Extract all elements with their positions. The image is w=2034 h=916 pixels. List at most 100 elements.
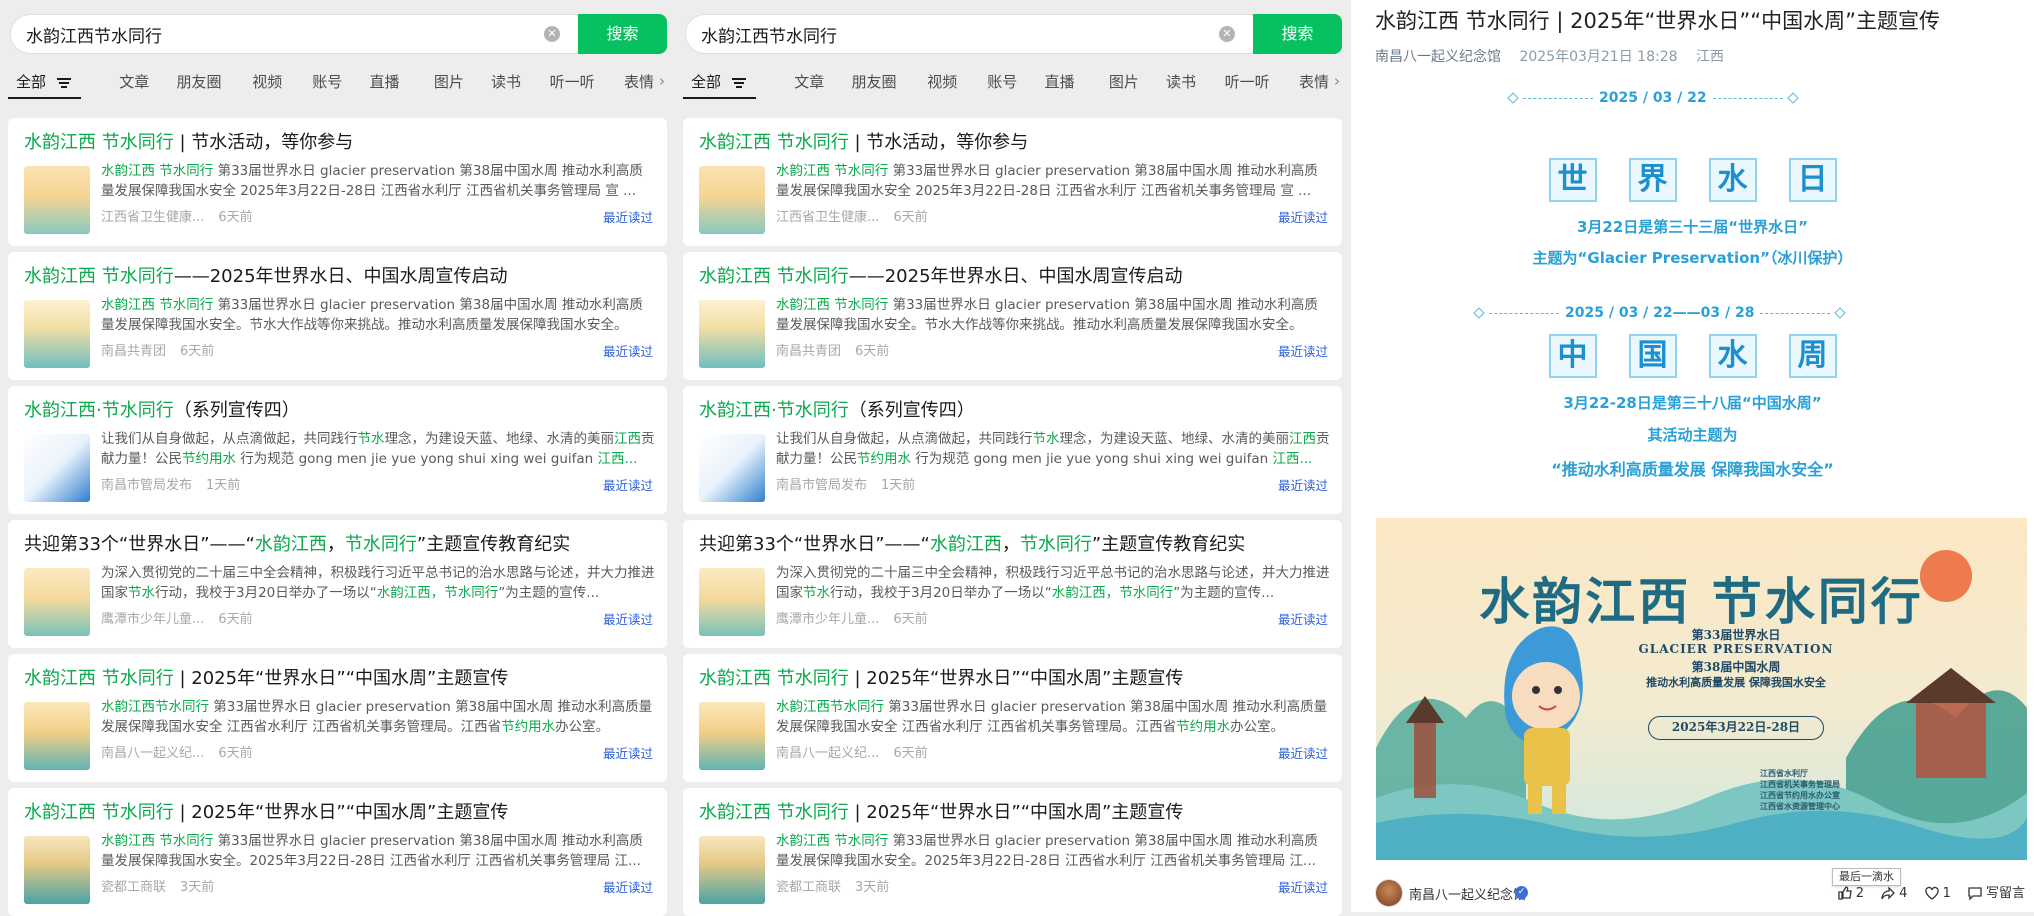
banner-char: 国: [1628, 334, 1677, 378]
result-card[interactable]: 水韵江西·节水同行（系列宣传四） 让我们从自身做起，从点滴做起，共同践行节水理念，…: [683, 386, 1342, 514]
banner-char: 日: [1788, 158, 1837, 202]
result-snippet: 水韵江西 节水同行 第33届世界水日 glacier preservation …: [776, 295, 1331, 335]
result-card[interactable]: 水韵江西 节水同行 | 节水活动，等你参与 水韵江西 节水同行 第33届世界水日 …: [8, 118, 667, 246]
snippet-segment: ”为主题的宣传...: [498, 585, 600, 601]
like-button[interactable]: 2: [1837, 885, 1864, 901]
result-title[interactable]: 水韵江西·节水同行（系列宣传四）: [24, 398, 656, 424]
result-title[interactable]: 水韵江西 节水同行 | 2025年“世界水日”“中国水周”主题宣传: [24, 800, 656, 826]
filter-icon[interactable]: [732, 78, 746, 88]
snippet-segment: 行为规范 gong men jie yue yong shui xing wei…: [236, 451, 598, 467]
recently-read-label: 最近读过: [1277, 344, 1328, 359]
result-source[interactable]: 鹰潭市少年儿童...: [776, 612, 879, 627]
heart-button[interactable]: 1: [1924, 885, 1951, 901]
title-segment: 水韵江西 节水同行: [24, 668, 174, 689]
result-source[interactable]: 南昌市管局发布: [101, 478, 192, 493]
result-source[interactable]: 南昌共青团: [776, 344, 841, 359]
result-title[interactable]: 共迎第33个“世界水日”——“水韵江西，节水同行”主题宣传教育纪实: [699, 532, 1331, 558]
chevron-right-icon[interactable]: ›: [1334, 72, 1340, 90]
result-source[interactable]: 南昌共青团: [101, 344, 166, 359]
result-title[interactable]: 水韵江西 节水同行——2025年世界水日、中国水周宣传启动: [24, 264, 656, 290]
result-source[interactable]: 瓷都工商联: [101, 880, 166, 895]
result-thumbnail: [24, 702, 90, 770]
chevron-right-icon[interactable]: ›: [659, 72, 665, 90]
banner-line-2: 主题为“Glacier Preservation”（冰川保护）: [1532, 249, 1853, 267]
result-title[interactable]: 水韵江西 节水同行 | 2025年“世界水日”“中国水周”主题宣传: [24, 666, 656, 692]
tab-all[interactable]: 全部: [691, 72, 721, 92]
result-card[interactable]: 水韵江西 节水同行 | 2025年“世界水日”“中国水周”主题宣传 水韵江西 节水…: [8, 788, 667, 916]
result-time: 1天前: [206, 478, 241, 493]
snippet-segment: 办公室。: [555, 719, 610, 735]
result-snippet: 水韵江西 节水同行 第33届世界水日 glacier preservation …: [101, 295, 656, 335]
comment-button[interactable]: 写留言: [1967, 882, 2025, 901]
result-title[interactable]: 水韵江西 节水同行 | 2025年“世界水日”“中国水周”主题宣传: [699, 800, 1331, 826]
title-segment: ——2025年世界水日、中国水周宣传启动: [173, 266, 508, 287]
comment-icon: [1968, 887, 1982, 901]
title-segment: ，: [1001, 534, 1020, 555]
tab-item[interactable]: 文章: [119, 72, 149, 92]
result-source[interactable]: 南昌市管局发布: [776, 478, 867, 493]
result-card[interactable]: 共迎第33个“世界水日”——“水韵江西，节水同行”主题宣传教育纪实 为深入贯彻党的…: [683, 520, 1342, 648]
result-title[interactable]: 共迎第33个“世界水日”——“水韵江西，节水同行”主题宣传教育纪实: [24, 532, 656, 558]
result-title[interactable]: 水韵江西·节水同行（系列宣传四）: [699, 398, 1331, 424]
tab-item[interactable]: 直播: [1045, 72, 1075, 92]
tab-item[interactable]: 账号: [987, 72, 1017, 92]
snippet-segment: 节水: [803, 585, 830, 601]
result-card[interactable]: 水韵江西 节水同行——2025年世界水日、中国水周宣传启动水韵江西 节水同行 第…: [683, 252, 1342, 380]
result-title[interactable]: 水韵江西 节水同行 | 2025年“世界水日”“中国水周”主题宣传: [699, 666, 1331, 692]
result-title[interactable]: 水韵江西 节水同行 | 节水活动，等你参与: [699, 130, 1331, 156]
result-title[interactable]: 水韵江西 节水同行 | 节水活动，等你参与: [24, 130, 656, 156]
snippet-segment: 水韵江西 节水同行: [101, 163, 214, 179]
tab-item[interactable]: 账号: [312, 72, 342, 92]
tab-item[interactable]: 读书: [491, 72, 521, 92]
tab-item[interactable]: 视频: [927, 72, 957, 92]
tab-item[interactable]: 文章: [794, 72, 824, 92]
search-clear-icon[interactable]: ✕: [544, 26, 560, 42]
result-card[interactable]: 水韵江西 节水同行 | 2025年“世界水日”“中国水周”主题宣传水韵江西节水同…: [683, 654, 1342, 782]
tab-item[interactable]: 直播: [370, 72, 400, 92]
result-time: 6天前: [893, 612, 928, 627]
banner-line-5: “推动水利高质量发展 保障我国水安全”: [1551, 460, 1834, 479]
author-avatar[interactable]: [1375, 879, 1403, 907]
tab-item[interactable]: 听一听: [1225, 72, 1270, 92]
result-card[interactable]: 水韵江西·节水同行（系列宣传四） 让我们从自身做起，从点滴做起，共同践行节水理念，…: [8, 386, 667, 514]
tab-item[interactable]: 图片: [434, 72, 464, 92]
search-input[interactable]: [10, 14, 578, 54]
result-source[interactable]: 瓷都工商联: [776, 880, 841, 895]
article-author[interactable]: 南昌八一起义纪念馆: [1375, 49, 1501, 65]
result-card[interactable]: 共迎第33个“世界水日”——“水韵江西，节水同行”主题宣传教育纪实 为深入贯彻党的…: [8, 520, 667, 648]
result-snippet: 水韵江西节水同行 第33届世界水日 glacier preservation 第…: [776, 697, 1331, 737]
search-results-pane-left: ✕搜索全部文章朋友圈视频账号直播图片读书听一听表情百科›水韵江西 节水同行 | …: [0, 0, 670, 916]
result-source[interactable]: 南昌八一起义纪...: [101, 746, 204, 761]
share-button[interactable]: 4: [1880, 885, 1907, 901]
footer-author-name[interactable]: 南昌八一起义纪念馆: [1409, 884, 1526, 903]
result-source[interactable]: 江西省卫生健康...: [101, 210, 204, 225]
filter-icon[interactable]: [57, 78, 71, 88]
search-button[interactable]: 搜索: [1253, 14, 1342, 54]
result-time: 6天前: [855, 344, 890, 359]
result-card[interactable]: 水韵江西 节水同行——2025年世界水日、中国水周宣传启动水韵江西 节水同行 第…: [8, 252, 667, 380]
result-card[interactable]: 水韵江西 节水同行 | 节水活动，等你参与 水韵江西 节水同行 第33届世界水日 …: [683, 118, 1342, 246]
tab-item[interactable]: 视频: [252, 72, 282, 92]
result-card[interactable]: 水韵江西 节水同行 | 2025年“世界水日”“中国水周”主题宣传 水韵江西节水同…: [8, 654, 667, 782]
result-card[interactable]: 水韵江西 节水同行 | 2025年“世界水日”“中国水周”主题宣传 水韵江西 节水…: [683, 788, 1342, 916]
search-clear-icon[interactable]: ✕: [1219, 26, 1235, 42]
tab-all[interactable]: 全部: [16, 72, 46, 92]
search-input[interactable]: [685, 14, 1253, 54]
result-title[interactable]: 水韵江西 节水同行——2025年世界水日、中国水周宣传启动: [699, 264, 1331, 290]
tab-item[interactable]: 朋友圈: [851, 72, 896, 92]
verified-icon: ✓: [1515, 886, 1528, 899]
result-time: 6天前: [218, 210, 253, 225]
tab-item[interactable]: 读书: [1166, 72, 1196, 92]
snippet-segment: 江西: [614, 431, 641, 447]
tab-item[interactable]: 图片: [1109, 72, 1139, 92]
result-thumbnail: [24, 434, 90, 502]
tab-item[interactable]: 朋友圈: [176, 72, 221, 92]
tab-item[interactable]: 表情: [1299, 72, 1329, 92]
title-segment: 水韵江西: [254, 534, 327, 555]
search-button[interactable]: 搜索: [578, 14, 667, 54]
result-source[interactable]: 鹰潭市少年儿童...: [101, 612, 204, 627]
result-source[interactable]: 南昌八一起义纪...: [776, 746, 879, 761]
tab-item[interactable]: 表情: [624, 72, 654, 92]
result-source[interactable]: 江西省卫生健康...: [776, 210, 879, 225]
tab-item[interactable]: 听一听: [550, 72, 595, 92]
